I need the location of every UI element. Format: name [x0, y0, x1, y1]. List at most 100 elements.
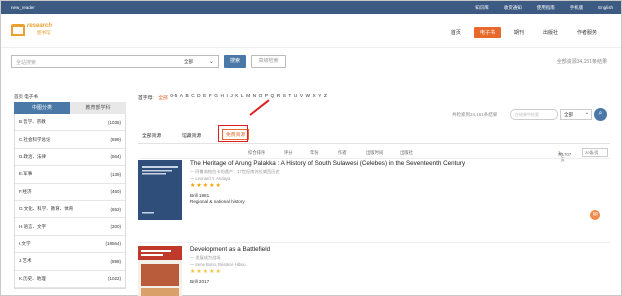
top-link-mobile[interactable]: 手机版: [570, 5, 584, 11]
sidebar-category[interactable]: E.军事 (139): [15, 166, 125, 184]
tab-clc[interactable]: 中图分类: [14, 102, 70, 114]
nav-ebooks[interactable]: 电子书: [473, 27, 501, 38]
book-cover[interactable]: [138, 160, 182, 220]
item-title[interactable]: Development as a Battlefield: [190, 246, 600, 253]
top-bar: new_reader 知识库 收货通知 使用指南 手机版 English: [1, 1, 621, 14]
alphabet-letter[interactable]: R: [277, 94, 280, 101]
category-count: (460): [110, 189, 121, 195]
alphabet-letter[interactable]: N: [253, 94, 256, 101]
nav-home[interactable]: 首页: [445, 27, 467, 38]
item-author[interactable]: — Leonard Y. Andaya: [190, 176, 600, 181]
category-count: (564): [110, 154, 121, 160]
category-name: G.文化、科学、教育、体育: [19, 206, 74, 212]
alphabet-letter[interactable]: G: [214, 94, 218, 101]
top-link-guide[interactable]: 使用指南: [537, 5, 555, 11]
alphabet-letter[interactable]: X: [313, 94, 316, 101]
tab-holdings[interactable]: 馆藏资源: [182, 132, 201, 139]
result-scope-select[interactable]: 全部 ⌄: [560, 109, 592, 120]
item-publisher: Brill 1981: [190, 193, 210, 198]
tab-moe-discipline[interactable]: 教育部学科: [70, 102, 126, 114]
tab-all-resources[interactable]: 全部资源: [142, 132, 161, 139]
chat-icon[interactable]: ✉: [590, 210, 600, 220]
sort-author[interactable]: 作者: [338, 150, 347, 156]
sort-pubdate[interactable]: 出版时间: [366, 150, 383, 156]
alphabet-letter[interactable]: D: [197, 94, 200, 101]
alphabet-label: 首字母:: [138, 96, 154, 101]
sidebar-category[interactable]: F.经济 (460): [15, 184, 125, 201]
item-subtitle: — 阿鲁翁帕拉卡的遗产：17世纪南苏拉威西历史: [190, 169, 280, 174]
classification-tabs: 中图分类 教育部学科: [14, 102, 126, 114]
sidebar-category[interactable]: J.艺术 (898): [15, 253, 125, 271]
search-input[interactable]: 全站搜索 全部 ⌄: [11, 55, 219, 68]
search-icon[interactable]: ⌕: [594, 108, 607, 121]
alphabet-letter[interactable]: V: [300, 94, 303, 101]
alphabet-letter[interactable]: Z: [324, 94, 327, 101]
alphabet-numbers[interactable]: 0-5: [170, 94, 177, 101]
search-button[interactable]: 搜索: [224, 55, 246, 68]
sidebar-category[interactable]: B.哲学、宗教 (1035): [15, 114, 125, 132]
found-count: 共检索到34,151条结果: [452, 112, 498, 117]
alphabet-letter[interactable]: H: [221, 94, 224, 101]
alphabet-letter[interactable]: J: [230, 94, 232, 101]
category-count: (699): [110, 137, 121, 143]
alphabet-letter[interactable]: W: [306, 94, 311, 101]
top-link-notice[interactable]: 收货通知: [504, 5, 522, 11]
chevron-down-icon: ⌄: [209, 59, 215, 65]
alphabet-all[interactable]: 全部: [158, 94, 168, 101]
book-icon: [11, 24, 25, 36]
sidebar-category[interactable]: G.文化、科学、教育、体育 (653): [15, 201, 125, 219]
top-link-knowledge[interactable]: 知识库: [475, 5, 489, 11]
sort-year[interactable]: 年份: [310, 150, 319, 156]
pager: 共 1/1707页: [558, 150, 571, 162]
category-name: B.哲学、宗教: [19, 119, 46, 125]
sidebar-category[interactable]: K.历史、地理 (1022): [15, 271, 125, 288]
category-name: H.语言、文字: [19, 223, 46, 229]
top-link-english[interactable]: English: [598, 5, 613, 11]
alphabet-letter[interactable]: C: [191, 94, 194, 101]
nav-journals[interactable]: 期刊: [508, 27, 530, 38]
alphabet-letter[interactable]: U: [294, 94, 297, 101]
nav-publishers[interactable]: 出版社: [537, 27, 564, 38]
search-scope-select[interactable]: 全部: [184, 59, 193, 65]
alphabet-letter[interactable]: B: [185, 94, 188, 101]
alphabet-letter[interactable]: Y: [318, 94, 321, 101]
category-name: D.政治、法律: [19, 153, 46, 159]
book-cover[interactable]: [138, 246, 182, 296]
item-title[interactable]: The Heritage of Arung Palakka : A Histor…: [190, 160, 600, 167]
item-info: Development as a Battlefield — 发展成为战场 — …: [190, 246, 600, 284]
alphabet-letter[interactable]: Q: [271, 94, 275, 101]
divider: [138, 158, 610, 159]
alphabet-letter[interactable]: T: [288, 94, 291, 101]
item-author[interactable]: — Irene Bono, Béatrice Hibou: [190, 262, 600, 267]
advanced-search-button[interactable]: 高级检索: [251, 55, 286, 68]
username[interactable]: new_reader: [11, 5, 35, 10]
sidebar-category[interactable]: I.文学 (19564): [15, 236, 125, 254]
alphabet-letter[interactable]: K: [235, 94, 238, 101]
category-count: (139): [110, 171, 121, 177]
search-row: 全站搜索 全部 ⌄ 搜索 高级检索 全部资源34,151条结果: [1, 49, 621, 73]
alphabet-letter[interactable]: M: [246, 94, 250, 101]
alphabet-letter[interactable]: F: [209, 94, 212, 101]
divider: [138, 242, 610, 243]
logo[interactable]: research 图书馆: [11, 23, 59, 39]
alphabet-letter[interactable]: A: [180, 94, 183, 101]
total-results: 全部资源34,151条结果: [556, 59, 607, 65]
resource-tabs: 全部资源 馆藏资源 免费资源: [138, 99, 610, 144]
item-subject: Regional & national history: [190, 199, 245, 204]
per-page-select[interactable]: 20条/页: [582, 148, 608, 157]
sidebar-category[interactable]: C.社会科学总论 (699): [15, 131, 125, 149]
sort-rating[interactable]: 评分: [284, 150, 293, 156]
alphabet-letter[interactable]: S: [283, 94, 286, 101]
alphabet-letter[interactable]: O: [259, 94, 263, 101]
alphabet-letter[interactable]: E: [203, 94, 206, 101]
nav-author-services[interactable]: 作者服务: [571, 27, 603, 38]
sidebar-category[interactable]: D.政治、法律 (564): [15, 149, 125, 167]
category-list: B.哲学、宗教 (1035) C.社会科学总论 (699) D.政治、法律 (564) E.…: [14, 114, 126, 289]
sidebar-category[interactable]: H.语言、文字 (200): [15, 218, 125, 236]
alphabet-letter[interactable]: L: [241, 94, 244, 101]
sort-publisher[interactable]: 出版社: [400, 150, 413, 156]
header: research 图书馆 首页 电子书 期刊 出版社 作者服务: [1, 14, 621, 48]
alphabet-letter[interactable]: I: [226, 94, 227, 101]
result-search-input[interactable]: 在结果中检索: [510, 109, 558, 120]
sort-default[interactable]: 综合排序: [248, 150, 265, 156]
